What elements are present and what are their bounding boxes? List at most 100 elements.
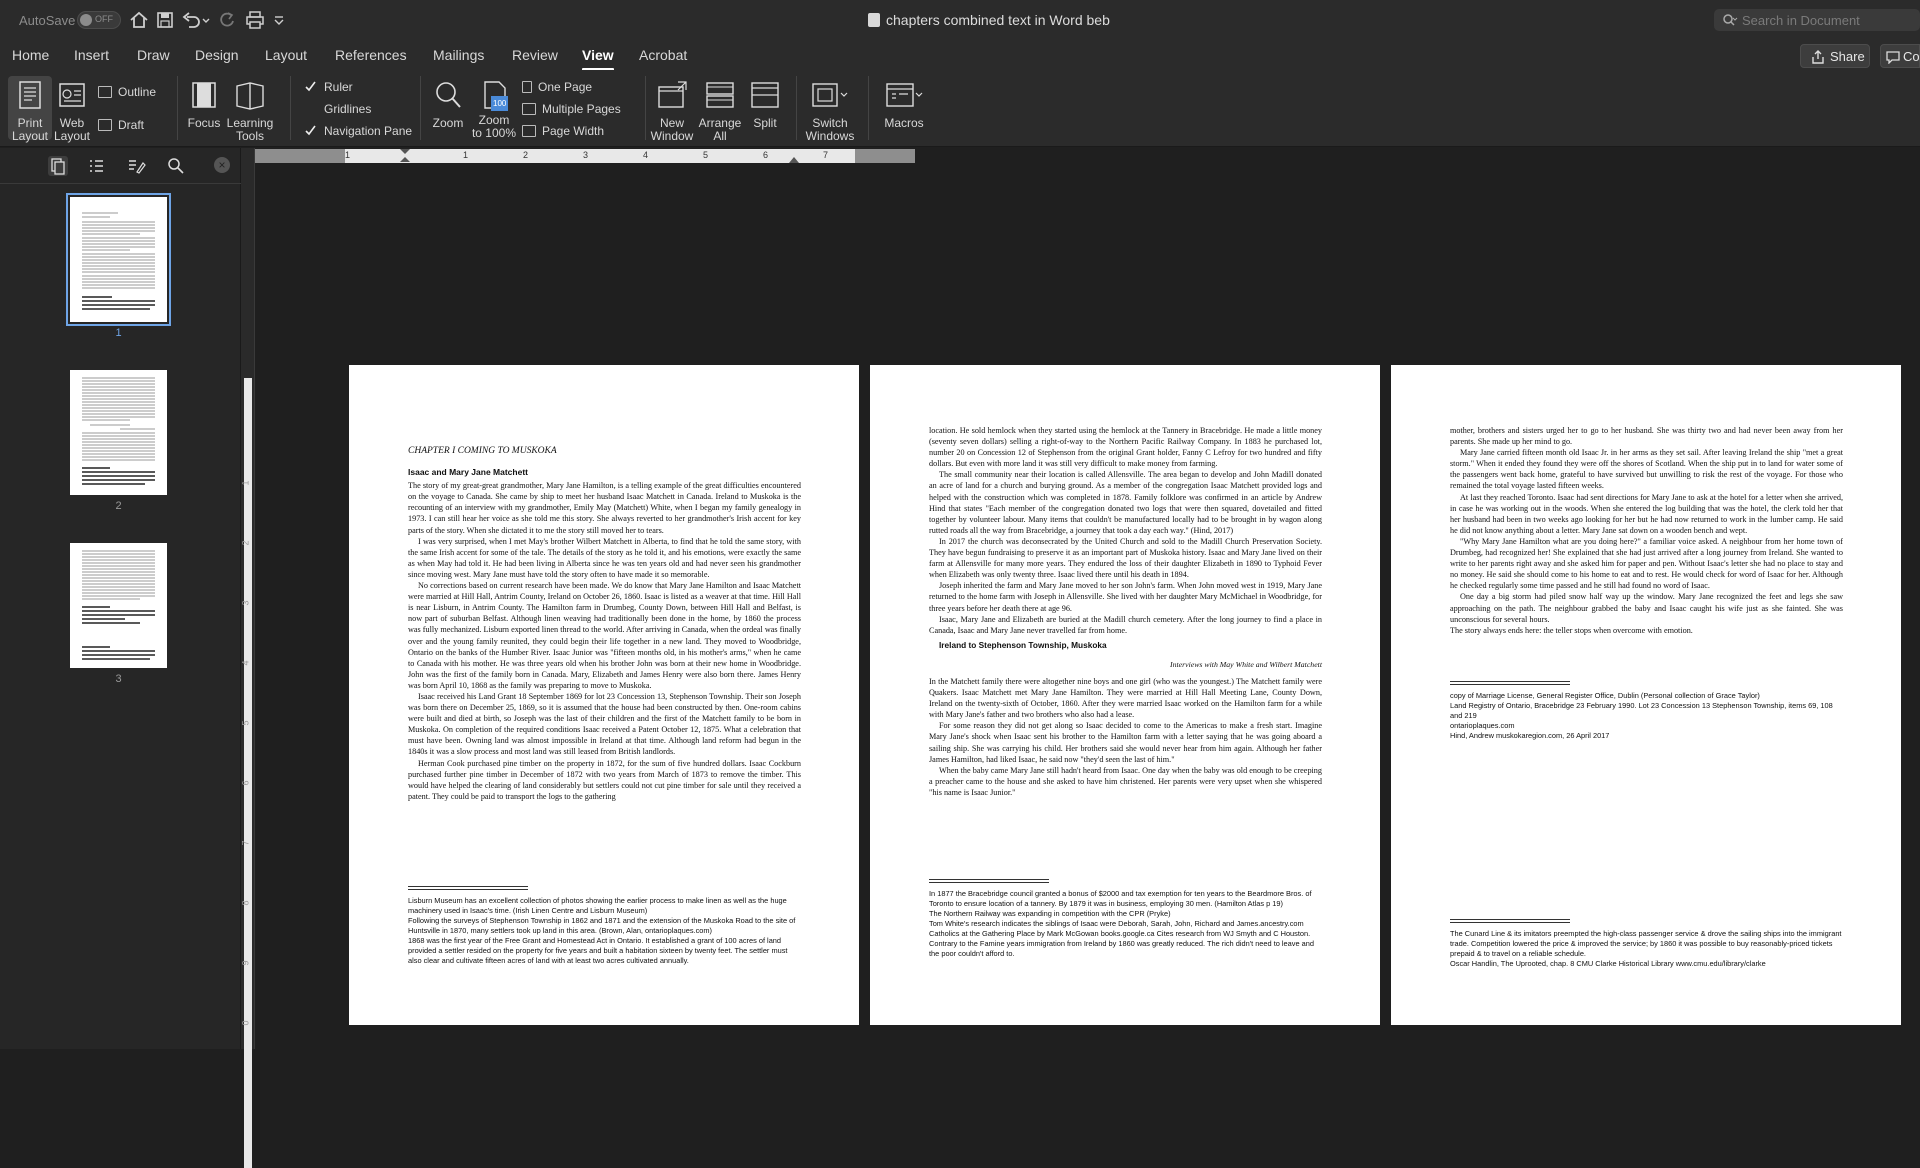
thumbnails-icon[interactable] [48,156,68,176]
reference: Land Registry of Ontario, Bracebridge 23… [1450,701,1833,720]
document-map-icon[interactable] [86,156,106,176]
outline-button[interactable]: Outline [98,85,156,99]
page-thumbnail-1[interactable] [66,193,171,326]
arrange-all-label-2: All [713,129,727,143]
tab-home[interactable]: Home [12,47,49,63]
outline-icon [98,86,112,98]
edit-list-icon[interactable] [126,156,146,176]
hruler-number: 4 [643,150,649,160]
autosave-state: OFF [95,14,113,24]
focus-button[interactable]: Focus [184,76,224,140]
undo-dropdown-icon[interactable] [201,9,211,31]
ruler-left-margin [255,149,345,163]
indent-marker-icon[interactable] [399,149,411,163]
macros-label: Macros [884,116,924,130]
share-label: Share [1830,49,1865,64]
print-layout-button[interactable]: Print Layout [8,76,52,143]
vruler-number: 8 [240,900,251,906]
page-thumbnail-3[interactable] [70,543,167,668]
tab-design[interactable]: Design [195,47,239,63]
zoom-100-label-2: to 100% [471,126,517,140]
print-layout-label-2: Layout [11,129,49,143]
gridlines-label: Gridlines [324,102,372,116]
customize-toolbar-icon[interactable] [272,9,286,31]
page-1-body: CHAPTER I COMING TO MUSKOKA Isaac and Ma… [408,446,801,802]
web-layout-label-2: Layout [53,129,91,143]
share-button[interactable]: Share [1800,44,1870,68]
paragraph: Isaac received his Land Grant 18 Septemb… [408,691,801,757]
new-window-icon [658,81,687,108]
paragraph: The story of my great-great grandmother,… [408,481,801,535]
checkmark-icon [305,125,316,136]
unchecked-box-icon [305,103,316,114]
paragraph: One day a big storm had piled snow half … [1450,592,1843,624]
document-page-2[interactable]: location. He sold hemlock when they star… [870,365,1380,1025]
paragraph: Herman Cook purchased pine timber on the… [408,758,801,801]
redo-icon[interactable] [216,9,238,31]
footnote: Lisburn Museum has an excellent collecti… [408,896,787,915]
tab-layout[interactable]: Layout [265,47,307,63]
document-page-1[interactable]: CHAPTER I COMING TO MUSKOKA Isaac and Ma… [349,365,859,1025]
undo-icon[interactable] [180,9,202,31]
vertical-ruler: 1 2 3 4 5 6 7 8 9 0 [240,148,255,1168]
macros-button[interactable]: Macros [876,76,932,140]
new-window-label-2: Window [650,129,694,143]
tab-acrobat[interactable]: Acrobat [639,47,687,63]
interview-credit: Interviews with May White and Wilbert Ma… [1169,659,1322,669]
paragraph: Isaac, Mary Jane and Elizabeth are burie… [929,614,1322,635]
save-icon[interactable] [154,9,176,31]
zoom-100-badge: 100 [491,96,509,111]
gridlines-checkbox[interactable]: Gridlines [305,102,371,116]
one-page-label: One Page [538,80,593,94]
right-indent-marker-icon[interactable] [789,155,799,163]
tab-view[interactable]: View [582,47,614,71]
page-1-footnotes: Lisburn Museum has an excellent collecti… [408,880,801,966]
switch-windows-button[interactable]: Switch Windows [802,76,858,146]
navigation-pane: × 1 2 3 [0,148,241,1049]
zoom-100-button[interactable]: 100 Zoom to 100% [470,76,518,140]
reference: ontarioplaques.com [1450,721,1515,730]
multiple-pages-button[interactable]: Multiple Pages [522,102,621,116]
document-page-3[interactable]: mother, brothers and sisters urged her t… [1391,365,1901,1025]
arrange-all-button[interactable]: Arrange All [697,76,743,146]
zoom-button[interactable]: Zoom [428,76,468,140]
paragraph: In 2017 the church was deconsecrated by … [929,536,1322,580]
document-title-text: chapters combined text in Word beb [886,12,1110,28]
hruler-number: 1 [463,150,469,160]
tab-draw[interactable]: Draw [137,47,170,63]
vruler-number: 3 [240,600,251,606]
close-nav-pane-icon[interactable]: × [214,157,230,173]
share-icon [1812,50,1824,64]
find-icon[interactable] [166,156,186,176]
home-icon[interactable] [128,9,150,31]
tab-mailings[interactable]: Mailings [433,47,484,63]
draft-button[interactable]: Draft [98,118,144,132]
ribbon-divider [645,76,646,140]
page-thumbnail-2[interactable] [70,370,167,495]
one-page-button[interactable]: One Page [522,80,592,94]
print-icon[interactable] [244,9,266,31]
tab-insert[interactable]: Insert [74,47,109,63]
split-icon [751,82,779,108]
arrange-all-icon [706,82,734,108]
ruler-checkbox[interactable]: Ruler [305,80,353,94]
new-window-button[interactable]: New Window [650,76,694,146]
web-layout-button[interactable]: Web Layout [52,76,92,143]
tab-review[interactable]: Review [512,47,558,63]
paragraph: In the Matchett family there were altoge… [929,676,1322,720]
autosave-toggle[interactable]: OFF [77,11,121,29]
page-2-footnotes: In 1877 the Bracebridge council granted … [929,873,1322,959]
horizontal-ruler[interactable]: 1 1 2 3 4 5 6 7 [345,149,855,163]
comments-button[interactable]: Co [1880,44,1920,68]
learning-tools-label-2: Tools [235,129,264,143]
search-input[interactable]: Search in Document [1714,9,1920,31]
split-button[interactable]: Split [745,76,785,140]
navigation-pane-checkbox[interactable]: Navigation Pane [305,124,412,138]
tab-references[interactable]: References [335,47,407,63]
one-page-icon [522,81,532,93]
chapter-heading: CHAPTER I COMING TO MUSKOKA [408,446,557,456]
view-ribbon: Print Layout Web Layout Outline Draft Fo… [0,70,1920,147]
learning-tools-button[interactable]: Learning Tools [224,76,276,143]
outline-label: Outline [118,85,157,99]
page-width-button[interactable]: Page Width [522,124,604,138]
